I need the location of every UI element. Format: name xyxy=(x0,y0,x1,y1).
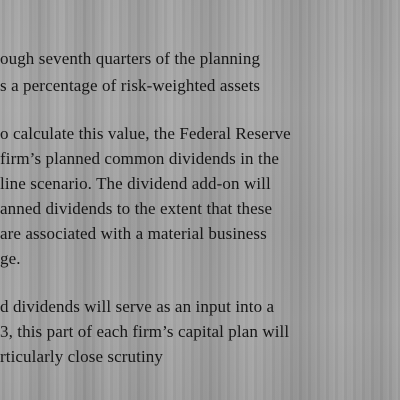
text-line: ough seventh quarters of the planning xyxy=(0,49,261,68)
scanned-document-page: ough seventh quarters of the planning s … xyxy=(0,0,400,400)
text-line: d dividends will serve as an input into … xyxy=(0,297,275,316)
text-line: anned dividends to the extent that these xyxy=(0,199,273,218)
text-line: line scenario. The dividend add-on will xyxy=(0,174,271,193)
text-line: 3, this part of each firm’s capital plan… xyxy=(0,322,290,341)
text-line: ge. xyxy=(0,249,21,268)
text-line: are associated with a material business xyxy=(0,224,267,243)
text-line: firm’s planned common dividends in the xyxy=(0,149,280,168)
text-line: o calculate this value, the Federal Rese… xyxy=(0,124,291,143)
text-line: s a percentage of risk-weighted assets xyxy=(0,76,261,95)
text-line: rticularly close scrutiny xyxy=(0,347,164,366)
